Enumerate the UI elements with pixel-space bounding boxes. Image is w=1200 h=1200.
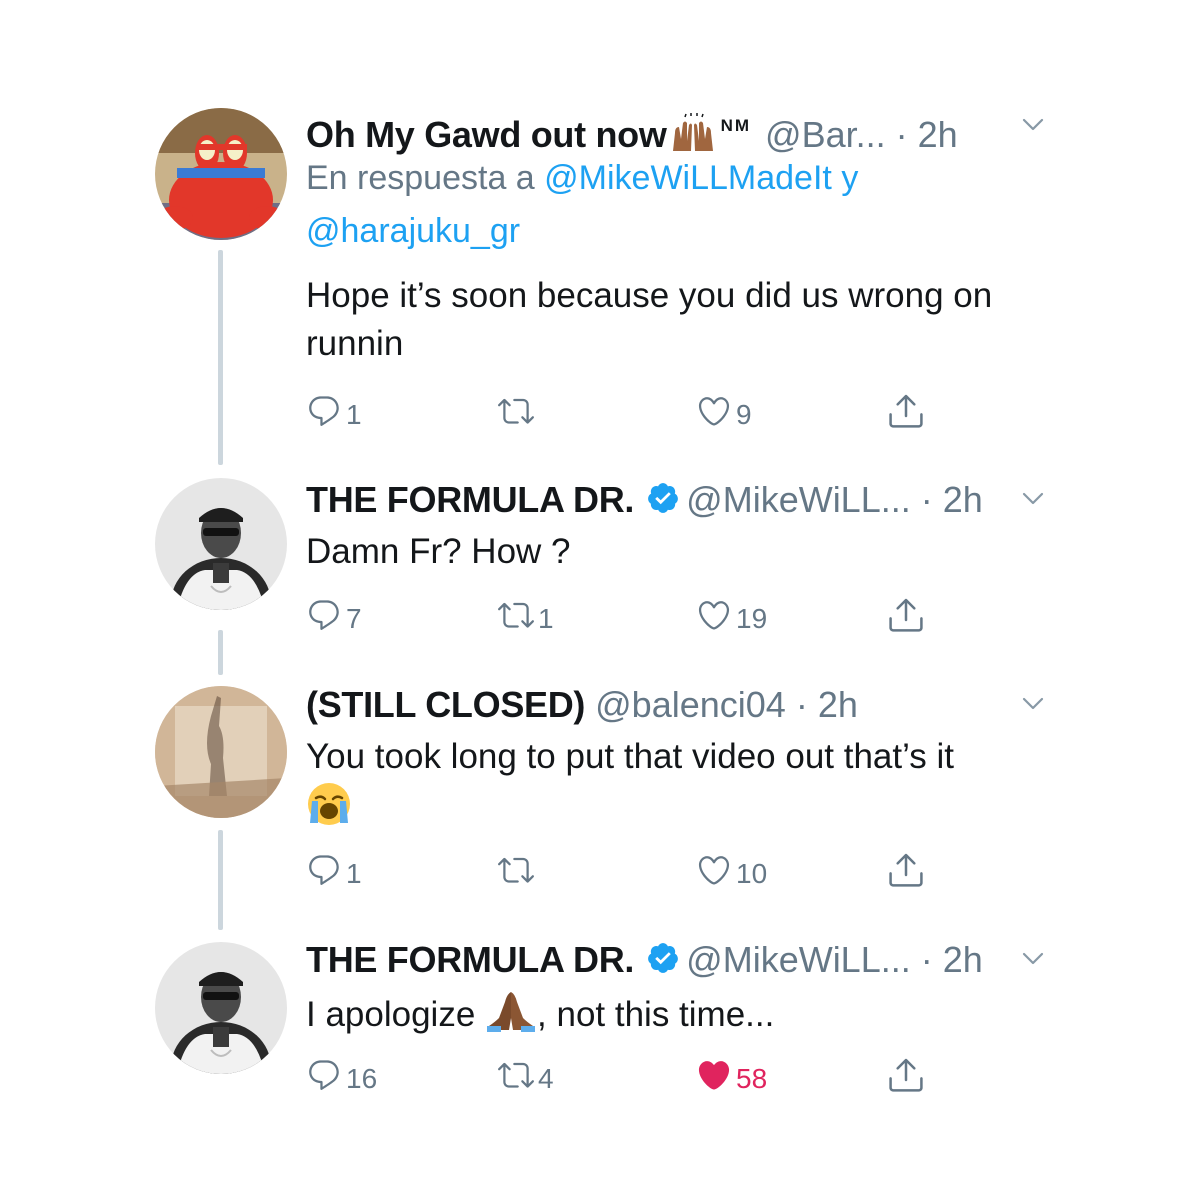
retweet-icon [498, 398, 534, 424]
user-handle[interactable]: @Bar... [765, 114, 886, 155]
reply-icon [309, 600, 339, 630]
tweet-header: (STILL CLOSED) @balenci04 · 2h [306, 683, 1056, 727]
tweet-text-after: , not this time... [537, 995, 775, 1034]
tweet-header: Oh My Gawd out now NM @Bar... · 2h [306, 104, 1056, 155]
timestamp[interactable]: · 2h [921, 939, 983, 980]
share-icon [889, 394, 923, 428]
tweet-text: You took long to put that video out that… [306, 733, 1056, 832]
share-icon [889, 598, 923, 632]
like-icon-filled [698, 1061, 730, 1090]
crying-face-emoji [308, 783, 350, 825]
like-icon [698, 856, 730, 885]
reply-button[interactable]: 1 [306, 386, 362, 436]
thread-line [218, 630, 223, 675]
praying-hands-emoji [487, 992, 536, 1032]
reply-icon [309, 855, 339, 885]
retweet-count: 4 [538, 1063, 554, 1094]
verified-badge-icon [648, 943, 679, 973]
retweet-icon [498, 857, 534, 883]
display-name[interactable]: (STILL CLOSED) [306, 684, 585, 725]
share-button[interactable] [886, 386, 926, 436]
retweet-count: 1 [538, 603, 554, 634]
timestamp[interactable]: · 2h [896, 114, 958, 155]
retweet-button[interactable] [498, 845, 538, 895]
timestamp[interactable]: · 2h [796, 684, 858, 725]
like-count: 58 [736, 1063, 768, 1094]
reply-button[interactable]: 1 [306, 845, 362, 895]
avatar-image [155, 686, 287, 818]
share-button[interactable] [886, 1050, 926, 1100]
tweet-text-content: You took long to put that video out that… [306, 737, 954, 776]
avatar-image [155, 942, 287, 1074]
tweet-text: Hope it’s soon because you did us wrong … [306, 276, 993, 363]
like-button[interactable]: 9 [696, 386, 752, 436]
name-suffix: NM [720, 116, 752, 135]
tweet-actions: 1 10 [306, 845, 986, 895]
thread-line [218, 250, 223, 465]
user-handle[interactable]: @balenci04 [595, 684, 786, 725]
avatar-image [155, 478, 287, 610]
tweet-actions: 1 9 [306, 386, 986, 436]
tweet-text: I apologize , not this time... [306, 988, 1056, 1039]
tweet[interactable]: (STILL CLOSED) @balenci04 · 2h You took … [306, 683, 1056, 832]
share-button[interactable] [886, 590, 926, 640]
retweet-icon [498, 602, 534, 628]
reply-icon [309, 1060, 339, 1090]
chevron-down-icon[interactable] [1018, 110, 1048, 140]
reply-count: 1 [346, 399, 362, 430]
display-name[interactable]: THE FORMULA DR. [306, 939, 634, 980]
user-handle[interactable]: @MikeWiLL... [686, 939, 911, 980]
reply-button[interactable]: 16 [306, 1050, 377, 1100]
reply-count: 16 [346, 1063, 378, 1094]
reply-count: 1 [346, 858, 362, 889]
tweet[interactable]: THE FORMULA DR. @MikeWiLL... · 2h I apol… [306, 938, 1056, 1039]
thread-line [218, 830, 223, 930]
chevron-down-icon[interactable] [1018, 944, 1048, 974]
like-icon [698, 601, 730, 630]
reply-button[interactable]: 7 [306, 590, 362, 640]
like-icon [698, 397, 730, 426]
like-button[interactable]: 58 [696, 1050, 767, 1100]
avatar[interactable] [155, 478, 287, 610]
avatar[interactable] [155, 942, 287, 1074]
tweet-header: THE FORMULA DR. @MikeWiLL... · 2h [306, 478, 1056, 522]
raising-hands-emoji [669, 113, 717, 163]
tweet[interactable]: Oh My Gawd out now NM @Bar... · 2h En re… [306, 104, 1056, 368]
like-button[interactable]: 10 [696, 845, 767, 895]
retweet-button[interactable]: 1 [498, 590, 554, 640]
reply-mention[interactable]: @harajuku_gr [306, 212, 520, 250]
display-name[interactable]: Oh My Gawd out now [306, 114, 667, 155]
reply-mention[interactable]: @MikeWiLLMadeIt [544, 159, 832, 197]
reply-join: y [841, 159, 859, 197]
like-button[interactable]: 19 [696, 590, 767, 640]
share-icon [889, 1058, 923, 1092]
reply-prefix: En respuesta a [306, 159, 535, 197]
timestamp[interactable]: · 2h [921, 479, 983, 520]
retweet-button[interactable]: 4 [498, 1050, 554, 1100]
tweet[interactable]: THE FORMULA DR. @MikeWiLL... · 2h Damn F… [306, 478, 1056, 576]
replying-to: En respuesta a @MikeWiLLMadeIt y @haraju… [306, 152, 1056, 258]
share-button[interactable] [886, 845, 926, 895]
like-count: 9 [736, 399, 752, 430]
tweet-header: THE FORMULA DR. @MikeWiLL... · 2h [306, 938, 1056, 982]
retweet-button[interactable] [498, 386, 538, 436]
chevron-down-icon[interactable] [1018, 484, 1048, 514]
display-name[interactable]: THE FORMULA DR. [306, 479, 634, 520]
like-count: 19 [736, 603, 768, 634]
share-icon [889, 853, 923, 887]
tweet-text: Damn Fr? How ? [306, 532, 571, 571]
tweet-text-before: I apologize [306, 995, 476, 1034]
retweet-icon [498, 1062, 534, 1088]
reply-count: 7 [346, 603, 362, 634]
user-handle[interactable]: @MikeWiLL... [686, 479, 911, 520]
like-count: 10 [736, 858, 768, 889]
reply-icon [309, 396, 339, 426]
chevron-down-icon[interactable] [1018, 689, 1048, 719]
tweet-actions: 16 4 58 [306, 1050, 986, 1100]
avatar-image [155, 108, 287, 240]
verified-badge-icon [648, 483, 679, 513]
avatar[interactable] [155, 686, 287, 818]
avatar[interactable] [155, 108, 287, 240]
tweet-actions: 7 1 19 [306, 590, 986, 640]
